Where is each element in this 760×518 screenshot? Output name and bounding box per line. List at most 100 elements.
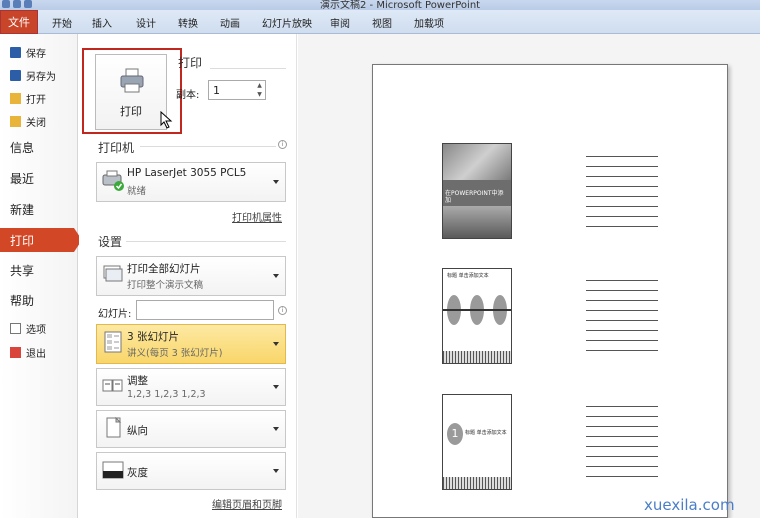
handout-icon: [104, 331, 122, 353]
settings-heading: 设置: [98, 235, 123, 249]
slides-label: 幻灯片:: [98, 309, 132, 320]
tab-design[interactable]: 设计: [136, 15, 156, 30]
tab-slideshow[interactable]: 幻灯片放映: [262, 15, 312, 30]
printer-icon: [120, 68, 144, 93]
nav-options-label: 选项: [26, 324, 46, 336]
layout-main: 3 张幻灯片: [127, 331, 180, 343]
layout-sub: 讲义(每页 3 张幻灯片): [127, 348, 223, 359]
copies-label: 副本:: [176, 90, 200, 101]
ribbon-tabs: 开始 插入 设计 转换 动画 幻灯片放映 审阅 视图 加载项: [0, 10, 760, 34]
printer-icon: [102, 170, 124, 191]
grayscale-icon: [102, 461, 124, 479]
slide-title-text: 标题 单击添加文本: [447, 273, 489, 279]
chevron-down-icon: [273, 427, 279, 431]
slide-image: [443, 206, 511, 238]
copies-spinner[interactable]: ▲ ▼: [254, 81, 265, 99]
nav-save-label: 保存: [26, 48, 46, 60]
slide-grass: [443, 351, 511, 363]
print-button-label: 打印: [120, 105, 142, 118]
exit-icon: [10, 346, 21, 358]
nav-print[interactable]: 打印: [0, 228, 82, 252]
nav-info[interactable]: 信息: [0, 135, 78, 159]
nav-close[interactable]: 关闭: [0, 109, 78, 133]
info-icon[interactable]: i: [278, 140, 287, 149]
nav-close-label: 关闭: [26, 117, 46, 129]
edit-header-footer-link[interactable]: 编辑页眉和页脚: [212, 496, 282, 511]
printer-name: HP LaserJet 3055 PCL5: [127, 167, 247, 179]
nav-recent[interactable]: 最近: [0, 166, 78, 190]
nav-new[interactable]: 新建: [0, 197, 78, 221]
tab-insert[interactable]: 插入: [92, 15, 112, 30]
nav-open[interactable]: 打开: [0, 86, 78, 110]
tab-animations[interactable]: 动画: [220, 15, 240, 30]
tab-addins[interactable]: 加载项: [414, 15, 444, 30]
print-range-sub: 打印整个演示文稿: [127, 280, 204, 291]
note-lines: [586, 406, 658, 486]
divider: [126, 241, 286, 242]
color-dropdown[interactable]: 灰度: [96, 452, 286, 490]
tab-view[interactable]: 视图: [372, 15, 392, 30]
print-heading: 打印: [178, 56, 203, 70]
printer-properties-link[interactable]: 打印机属性: [232, 209, 282, 224]
chevron-down-icon: [273, 274, 279, 278]
slide-thumbnail: 1 标题 单击添加文本: [442, 394, 512, 490]
slide-image: [443, 144, 511, 180]
note-lines: [586, 156, 658, 236]
mouse-cursor-icon: [160, 111, 173, 129]
printer-status: 就绪: [127, 186, 147, 197]
orientation-label: 纵向: [127, 425, 148, 437]
slide-thumbnail: 在POWERPOINT中添加: [442, 143, 512, 239]
divider: [210, 68, 286, 69]
printer-dropdown[interactable]: HP LaserJet 3055 PCL5 就绪: [96, 162, 286, 202]
folder-open-icon: [10, 92, 21, 104]
preview-page: [372, 64, 728, 518]
collate-dropdown[interactable]: 调整 1,2,3 1,2,3 1,2,3: [96, 368, 286, 406]
print-range-main: 打印全部幻灯片: [127, 263, 201, 275]
slide-line: [443, 309, 511, 311]
collate-main: 调整: [127, 375, 148, 387]
layout-dropdown[interactable]: 3 张幻灯片 讲义(每页 3 张幻灯片): [96, 324, 286, 364]
save-as-icon: [10, 69, 21, 81]
options-icon: [10, 322, 21, 334]
nav-exit-label: 退出: [26, 348, 46, 360]
slide-title-text: 标题 单击添加文本: [465, 430, 507, 436]
note-lines: [586, 280, 658, 360]
slides-icon: [103, 265, 123, 282]
nav-save-as-label: 另存为: [26, 71, 56, 83]
save-icon: [10, 46, 21, 58]
backstage-nav: 保存 另存为 打开 关闭 信息 最近 新建 打印 共享 帮助 选项 退出: [0, 34, 82, 518]
tab-transitions[interactable]: 转换: [178, 15, 198, 30]
slides-input[interactable]: [136, 300, 274, 320]
info-icon[interactable]: i: [278, 306, 287, 315]
nav-save-as[interactable]: 另存为: [0, 63, 78, 87]
slide-thumbnail: 标题 单击添加文本: [442, 268, 512, 364]
tab-review[interactable]: 审阅: [330, 15, 350, 30]
nav-save[interactable]: 保存: [0, 40, 78, 64]
quick-access-toolbar[interactable]: [2, 0, 42, 10]
nav-open-label: 打开: [26, 94, 46, 106]
portrait-icon: [106, 417, 122, 438]
print-button[interactable]: 打印: [95, 54, 167, 130]
tab-home[interactable]: 开始: [52, 15, 72, 30]
folder-close-icon: [10, 115, 21, 127]
print-range-dropdown[interactable]: 打印全部幻灯片 打印整个演示文稿: [96, 256, 286, 296]
printer-heading: 打印机: [98, 141, 135, 155]
slide-number: 1: [447, 423, 463, 445]
chevron-down-icon: [273, 385, 279, 389]
nav-help[interactable]: 帮助: [0, 288, 78, 312]
nav-exit[interactable]: 退出: [0, 340, 78, 364]
divider: [140, 146, 276, 147]
chevron-down-icon: [273, 342, 279, 346]
nav-options[interactable]: 选项: [0, 316, 78, 340]
chevron-down-icon: [273, 180, 279, 184]
nav-share[interactable]: 共享: [0, 258, 78, 282]
chevron-down-icon: [273, 469, 279, 473]
slide-title-text: 在POWERPOINT中添加: [445, 190, 504, 204]
orientation-dropdown[interactable]: 纵向: [96, 410, 286, 448]
slide-grass: [443, 477, 511, 489]
color-label: 灰度: [127, 467, 148, 479]
title-bar: 演示文稿2 - Microsoft PowerPoint: [0, 0, 760, 11]
tab-file[interactable]: 文件: [0, 10, 38, 34]
collate-icon: [102, 379, 123, 392]
watermark: xuexila.com: [644, 496, 735, 514]
